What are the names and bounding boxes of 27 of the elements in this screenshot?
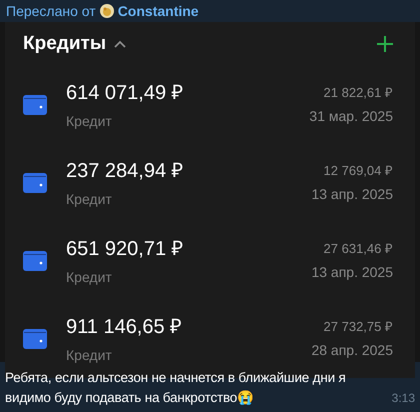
loan-type: Кредит xyxy=(66,346,113,365)
loan-amount: 651 920,71 ₽ xyxy=(66,237,184,262)
payment-amount: 27 732,75 ₽ xyxy=(324,318,393,336)
payment-date: 13 апр. 2025 xyxy=(311,184,393,204)
loan-type: Кредит xyxy=(66,112,113,131)
wallet-icon xyxy=(23,329,47,349)
loan-amount: 237 284,94 ₽ xyxy=(66,159,184,184)
wallet-icon xyxy=(23,173,47,193)
add-icon[interactable] xyxy=(377,36,393,52)
payment-date: 13 апр. 2025 xyxy=(311,262,393,282)
section-title: Кредиты xyxy=(23,32,106,56)
loan-type: Кредит xyxy=(66,190,113,209)
loan-amount: 911 146,65 ₽ xyxy=(66,315,182,340)
sender-name[interactable]: Constantine xyxy=(118,0,199,22)
payment-date: 28 апр. 2025 xyxy=(311,340,393,360)
payment-amount: 12 769,04 ₽ xyxy=(324,162,393,180)
caret-icon[interactable] xyxy=(114,40,126,48)
payment-amount: 27 631,46 ₽ xyxy=(324,240,393,258)
payment-date: 31 мар. 2025 xyxy=(309,106,393,126)
message-text: Ребята, если альтсезон не начнется в ближайшие дни я видимо буду подавать на банкротство😭 xyxy=(5,369,347,407)
forwarded-label: Переслано от xyxy=(6,2,96,21)
wallet-icon xyxy=(23,251,47,271)
loan-type: Кредит xyxy=(66,268,113,287)
message-time: 3:13 xyxy=(392,390,415,407)
loan-amount: 614 071,49 ₽ xyxy=(66,81,184,106)
wallet-icon xyxy=(23,95,47,115)
payment-amount: 21 822,61 ₽ xyxy=(324,84,393,102)
